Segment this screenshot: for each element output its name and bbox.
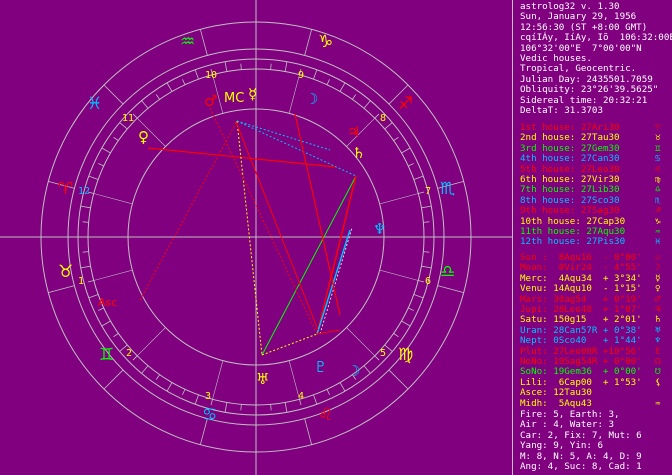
svg-text:3: 3: [205, 391, 211, 402]
house-row: 4th house: 27Can30: [520, 153, 620, 165]
info-line: DeltaT: 31.3703: [520, 105, 603, 116]
svg-text:9: 9: [298, 70, 304, 81]
svg-text:12: 12: [78, 186, 90, 197]
svg-text:♂: ♂: [204, 92, 217, 110]
svg-text:MC: MC: [224, 91, 244, 106]
svg-text:♊: ♊: [99, 345, 114, 365]
info-panel: astrolog32 v. 1.30 Sun, January 29, 1956 1…: [513, 0, 672, 475]
aspect-lines: [139, 107, 357, 356]
svg-text:♍: ♍: [398, 345, 413, 365]
svg-text:☽: ☽: [347, 362, 360, 380]
planet-row: Venu: 14Aqu10 - 1°15': [520, 283, 642, 295]
svg-text:♀: ♀: [138, 128, 149, 146]
svg-text:8: 8: [380, 113, 386, 124]
svg-text:♐: ♐: [398, 94, 413, 114]
svg-text:Asc: Asc: [98, 296, 117, 309]
svg-text:♃: ♃: [347, 123, 360, 141]
svg-text:♎: ♎: [440, 262, 455, 282]
svg-text:♄: ♄: [352, 144, 365, 162]
row-glyph-icon: ♆: [655, 335, 661, 347]
svg-text:♏: ♏: [440, 179, 455, 199]
planet-row: Asce: 12Tau30: [520, 387, 592, 399]
svg-text:♇: ♇: [314, 358, 327, 376]
svg-text:♅: ♅: [256, 370, 269, 388]
svg-text:☽: ☽: [305, 90, 318, 108]
row-glyph-icon: ♒: [655, 397, 661, 409]
info-line: Obliquity: 23°26'39.5625": [520, 84, 659, 96]
svg-text:5: 5: [380, 348, 386, 359]
svg-text:11: 11: [122, 113, 134, 124]
svg-text:♉: ♉: [58, 262, 73, 282]
svg-text:♑: ♑: [318, 32, 333, 52]
svg-text:4: 4: [298, 391, 304, 402]
house-row: 9th house: 27Sag30: [520, 205, 620, 217]
svg-text:☿: ☿: [248, 85, 257, 103]
row-glyph-icon: ♓: [655, 236, 661, 248]
info-line: cqíIÁy, IíAy, Iõ 106:32:00E: [520, 32, 672, 44]
svg-text:7: 7: [425, 186, 431, 197]
row-glyph-icon: ♋: [655, 153, 661, 165]
svg-text:♋: ♋: [202, 405, 217, 425]
svg-text:1: 1: [78, 276, 84, 287]
svg-text:♒: ♒: [180, 32, 195, 52]
row-glyph-icon: ⚸: [655, 376, 662, 388]
astro-wheel-chart: 1 2 3 4 5 6 7 8 9 10 11 12 ♈ ♉ ♊ ♋ ♌ ♍ ♎…: [0, 0, 512, 475]
row-glyph-icon: ♀: [655, 283, 661, 295]
stat-line: Yang: 9, Yin: 6: [520, 440, 603, 452]
house-row: 12th house: 27Pis30: [520, 236, 626, 248]
planet-row: Midh: 5Aqu43: [520, 397, 592, 409]
svg-text:♆: ♆: [373, 220, 386, 238]
stat-line: Ang: 4, Suc: 8, Cad: 1: [520, 461, 642, 472]
row-glyph-icon: ♐: [655, 205, 661, 217]
svg-text:♓: ♓: [87, 94, 102, 114]
svg-text:6: 6: [425, 276, 431, 287]
svg-text:10: 10: [205, 70, 217, 81]
svg-text:♌: ♌: [318, 405, 333, 425]
svg-text:♈: ♈: [58, 179, 73, 199]
planet-row: Nept: 0Sco40 + 1°44': [520, 335, 642, 347]
svg-text:2: 2: [126, 348, 132, 359]
